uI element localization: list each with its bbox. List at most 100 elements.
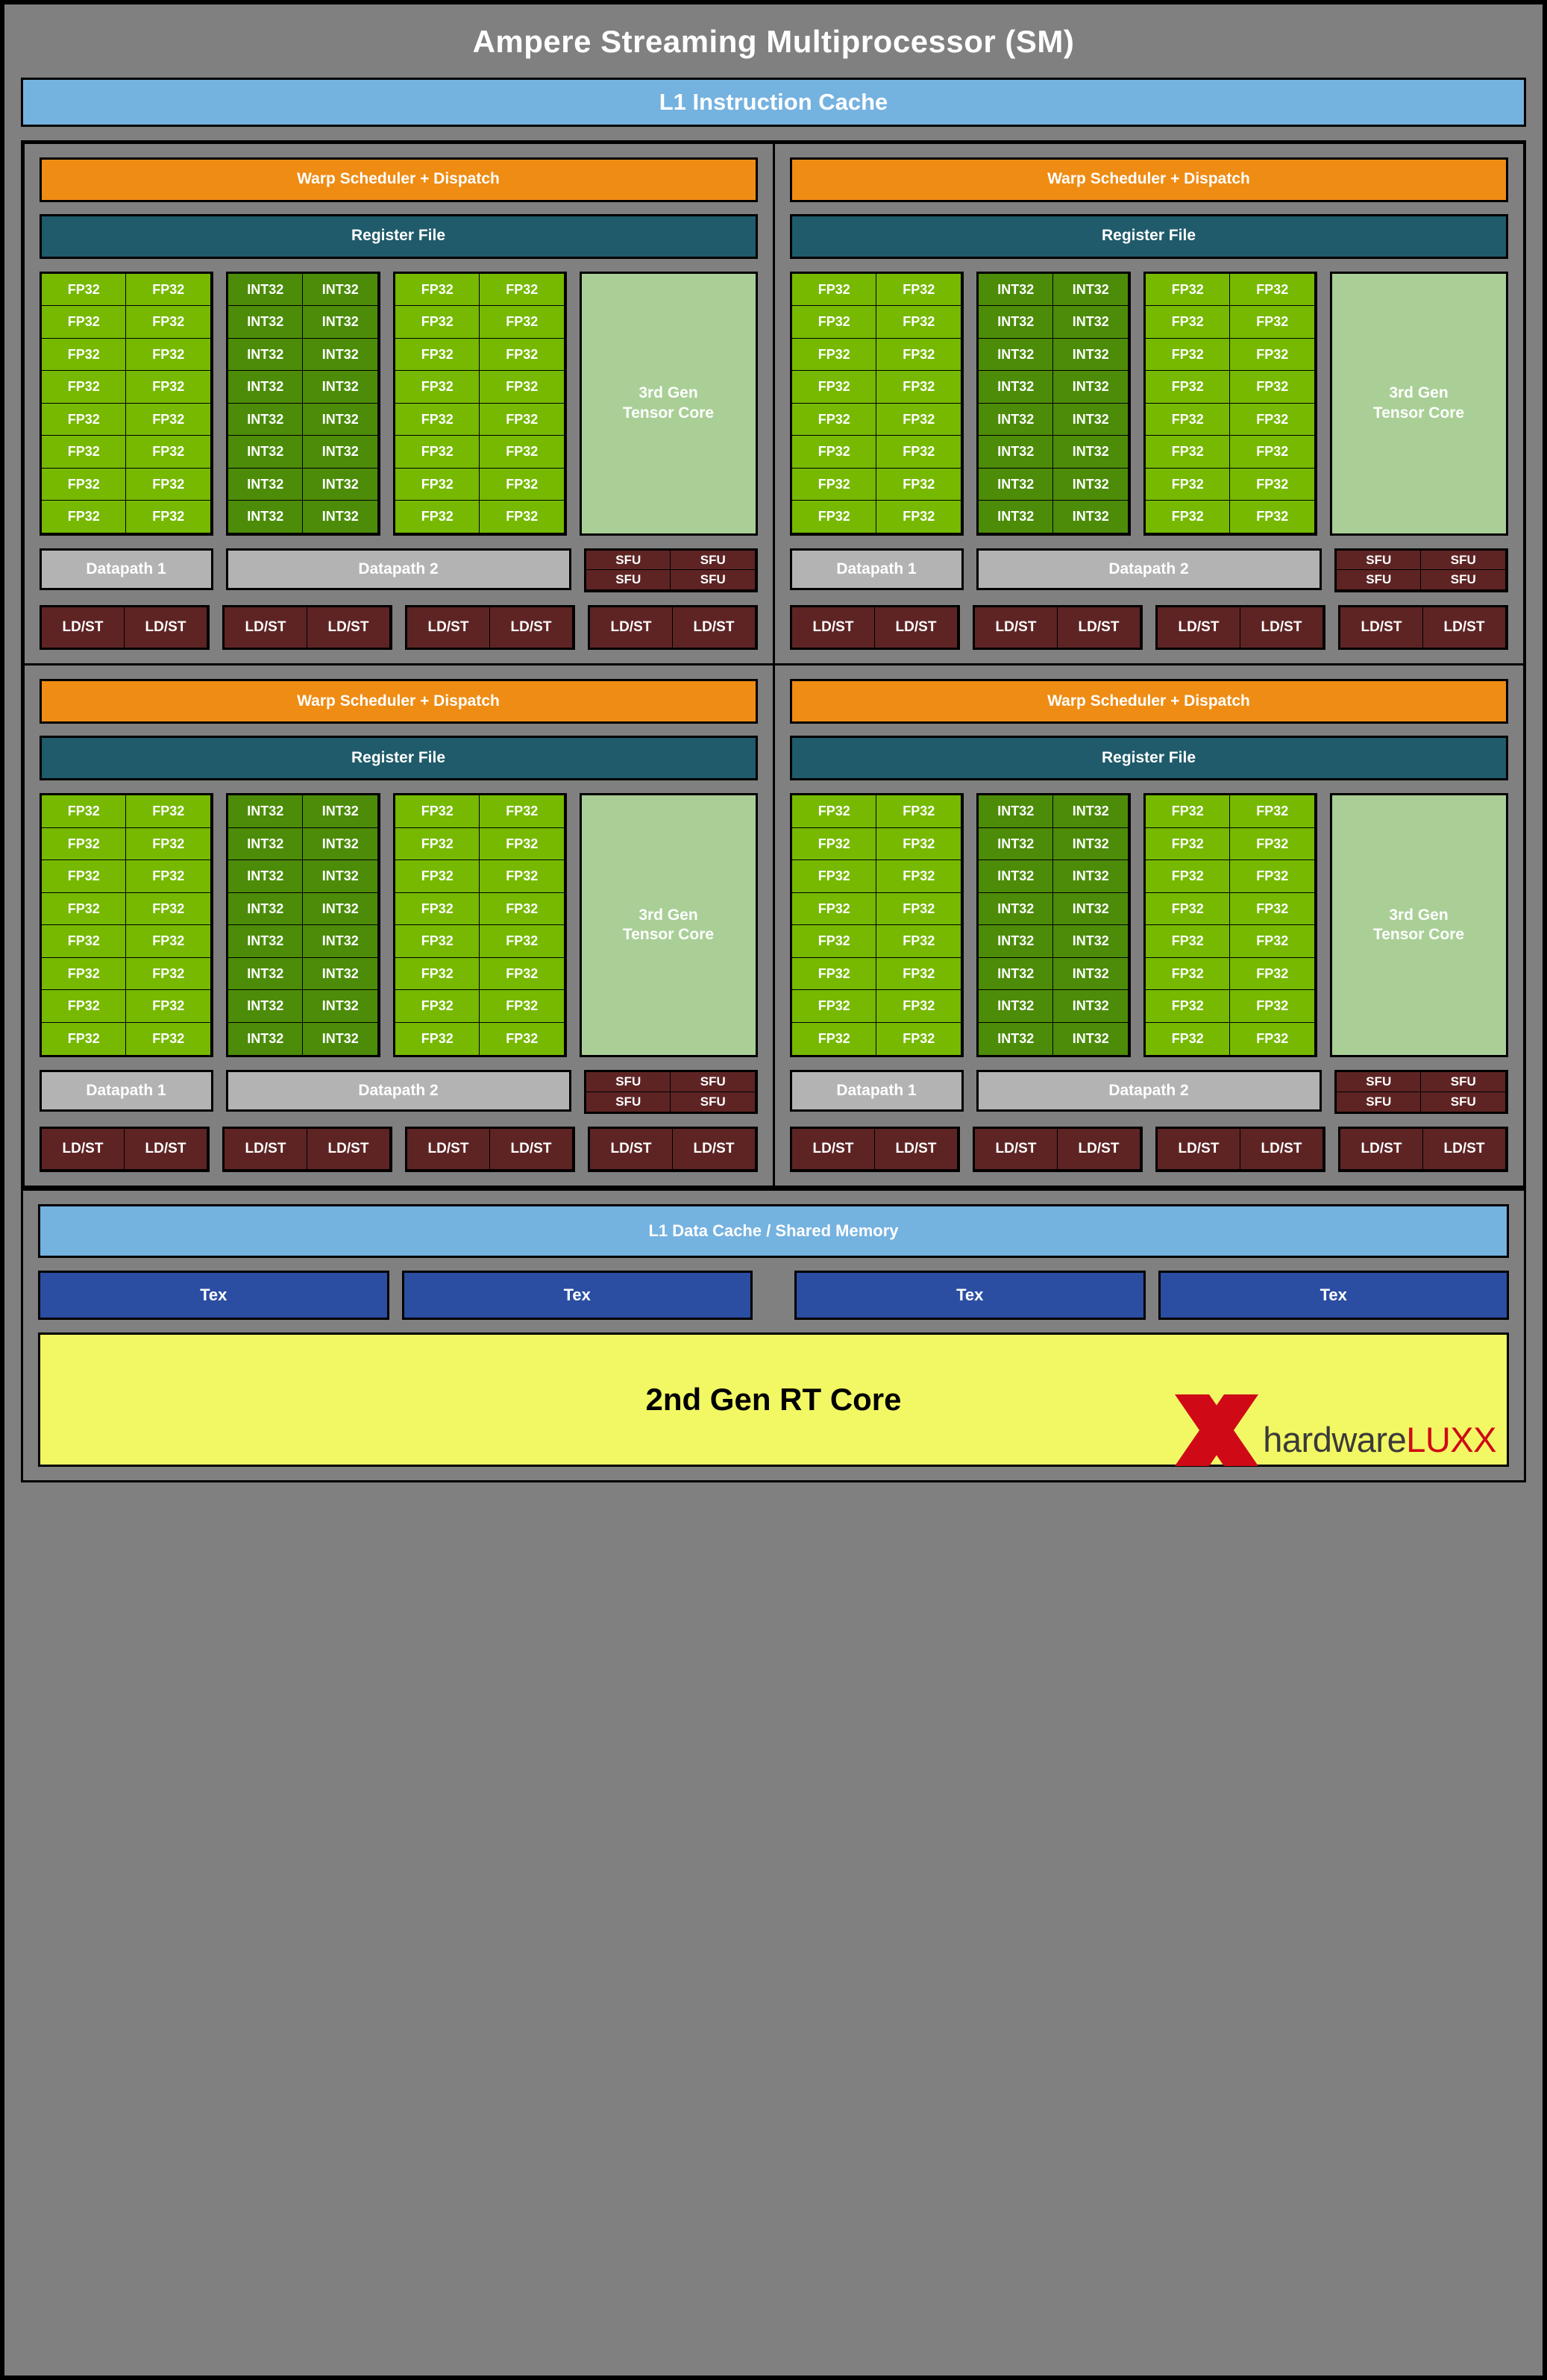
ldst-row: LD/ST LD/ST LD/ST LD/ST LD/ST LD/ST LD/ST LD/ST xyxy=(789,604,1508,650)
fp32-core: FP32 xyxy=(40,1021,127,1056)
fp32-core: FP32 xyxy=(125,827,212,861)
ldst-group: LD/ST LD/ST xyxy=(1155,1127,1325,1172)
ldst-row: LD/ST LD/ST LD/ST LD/ST LD/ST LD/ST LD/ST LD/ST xyxy=(39,604,758,650)
int32-core: INT32 xyxy=(977,827,1054,861)
fp32-core: FP32 xyxy=(125,435,212,469)
fp32-core: FP32 xyxy=(479,795,565,829)
fp32-core: FP32 xyxy=(394,859,480,894)
fp32-core: FP32 xyxy=(394,272,480,307)
fp32-core: FP32 xyxy=(479,500,565,534)
processing-block: Warp Scheduler + Dispatch Register File FP… xyxy=(772,663,1525,1188)
datapath-2: Datapath 2 xyxy=(976,548,1322,590)
logo-word-accent: LUXX xyxy=(1406,1420,1496,1459)
int32-core: INT32 xyxy=(977,272,1054,307)
fp32-core: FP32 xyxy=(394,1021,480,1056)
sfu-group: SFU SFU SFU SFU xyxy=(583,548,758,592)
fp32-core: FP32 xyxy=(791,305,877,339)
fp32-core: FP32 xyxy=(40,924,127,959)
fp32-core: FP32 xyxy=(1144,402,1231,436)
sfu-unit: SFU xyxy=(1335,1071,1422,1093)
fp32-core: FP32 xyxy=(1229,892,1316,926)
fp32-core: FP32 xyxy=(1229,500,1316,534)
tensor-core-label-line2: Tensor Core xyxy=(622,926,715,943)
ldst-unit: LD/ST xyxy=(589,606,674,648)
register-file: Register File xyxy=(789,736,1508,780)
ldst-unit: LD/ST xyxy=(671,606,756,648)
int32-core: INT32 xyxy=(227,1021,304,1056)
fp32-core: FP32 xyxy=(394,989,480,1024)
int32-core: INT32 xyxy=(302,989,379,1024)
int32-core: INT32 xyxy=(302,500,379,534)
int32-core: INT32 xyxy=(1052,989,1129,1024)
fp32-core: FP32 xyxy=(1144,859,1231,894)
fp32-core: FP32 xyxy=(791,500,877,534)
int32-core: INT32 xyxy=(1052,435,1129,469)
fp32-core: FP32 xyxy=(125,305,212,339)
fp32-core: FP32 xyxy=(1229,924,1316,959)
fp32-core: FP32 xyxy=(394,795,480,829)
int32-core: INT32 xyxy=(227,956,304,991)
ldst-unit: LD/ST xyxy=(791,1128,876,1171)
core-array: FP32 FP32 FP32 FP32 FP32 FP32 FP32 FP32 FP32 FP32… xyxy=(789,271,1508,536)
fp32-core: FP32 xyxy=(394,892,480,926)
int32-core: INT32 xyxy=(1052,467,1129,501)
int32-core: INT32 xyxy=(302,859,379,894)
fp32-core: FP32 xyxy=(125,795,212,829)
fp32-core: FP32 xyxy=(1144,827,1231,861)
warp-scheduler-dispatch: Warp Scheduler + Dispatch xyxy=(789,679,1508,724)
int32-core: INT32 xyxy=(977,892,1054,926)
fp32-core: FP32 xyxy=(791,859,877,894)
fp32-core: FP32 xyxy=(125,956,212,991)
int32-core-group: INT32 INT32 INT32 INT32 INT32 INT32 INT32 INT32… xyxy=(225,271,380,536)
fp32-core: FP32 xyxy=(1229,1021,1316,1056)
fp32-core: FP32 xyxy=(1144,989,1231,1024)
ldst-unit: LD/ST xyxy=(306,606,391,648)
tensor-core-label: 3rd Gen Tensor Core xyxy=(623,383,714,423)
fp32-core: FP32 xyxy=(394,956,480,991)
fp32-core-group: FP32 FP32 FP32 FP32 FP32 FP32 FP32 FP32 FP32 FP32… xyxy=(1143,793,1317,1057)
fp32-core: FP32 xyxy=(479,989,565,1024)
ldst-unit: LD/ST xyxy=(791,606,876,648)
tensor-core-label-line2: Tensor Core xyxy=(1372,926,1465,943)
fp32-core: FP32 xyxy=(876,892,962,926)
fp32-core: FP32 xyxy=(479,827,565,861)
fp32-core: FP32 xyxy=(125,467,212,501)
tex-unit: Tex xyxy=(38,1271,389,1320)
ldst-unit: LD/ST xyxy=(40,1128,125,1171)
fp32-core: FP32 xyxy=(1229,402,1316,436)
tex-unit: Tex xyxy=(1158,1271,1509,1320)
fp32-core: FP32 xyxy=(876,435,962,469)
fp32-core: FP32 xyxy=(791,435,877,469)
processing-block: Warp Scheduler + Dispatch Register File FP… xyxy=(772,141,1525,666)
tex-unit: Tex xyxy=(401,1271,753,1320)
int32-core: INT32 xyxy=(977,402,1054,436)
tensor-core-label-line2: Tensor Core xyxy=(1372,404,1465,422)
fp32-core: FP32 xyxy=(394,402,480,436)
fp32-core: FP32 xyxy=(394,305,480,339)
fp32-core: FP32 xyxy=(40,892,127,926)
fp32-core: FP32 xyxy=(791,467,877,501)
tensor-core-label-line1: 3rd Gen xyxy=(1389,906,1449,924)
fp32-core-group: FP32 FP32 FP32 FP32 FP32 FP32 FP32 FP32 FP32 FP32… xyxy=(39,793,213,1057)
register-file: Register File xyxy=(39,213,758,259)
processing-block: Warp Scheduler + Dispatch Register File FP… xyxy=(22,663,775,1188)
fp32-core: FP32 xyxy=(1144,1021,1231,1056)
int32-core: INT32 xyxy=(227,500,304,534)
int32-core: INT32 xyxy=(977,956,1054,991)
fp32-core: FP32 xyxy=(125,924,212,959)
fp32-core: FP32 xyxy=(125,402,212,436)
fp32-core: FP32 xyxy=(876,337,962,372)
fp32-core: FP32 xyxy=(1144,305,1231,339)
int32-core: INT32 xyxy=(1052,370,1129,404)
sfu-unit: SFU xyxy=(1335,1091,1422,1112)
int32-core: INT32 xyxy=(977,924,1054,959)
fp32-core: FP32 xyxy=(1144,924,1231,959)
int32-core: INT32 xyxy=(1052,892,1129,926)
fp32-core: FP32 xyxy=(876,500,962,534)
fp32-core: FP32 xyxy=(40,795,127,829)
fp32-core: FP32 xyxy=(1144,337,1231,372)
ldst-unit: LD/ST xyxy=(1422,1128,1507,1171)
fp32-core: FP32 xyxy=(1229,370,1316,404)
datapath-sfu-row: Datapath 1 Datapath 2 SFU SFU SFU SFU xyxy=(39,1070,758,1114)
ldst-unit: LD/ST xyxy=(1156,1128,1241,1171)
